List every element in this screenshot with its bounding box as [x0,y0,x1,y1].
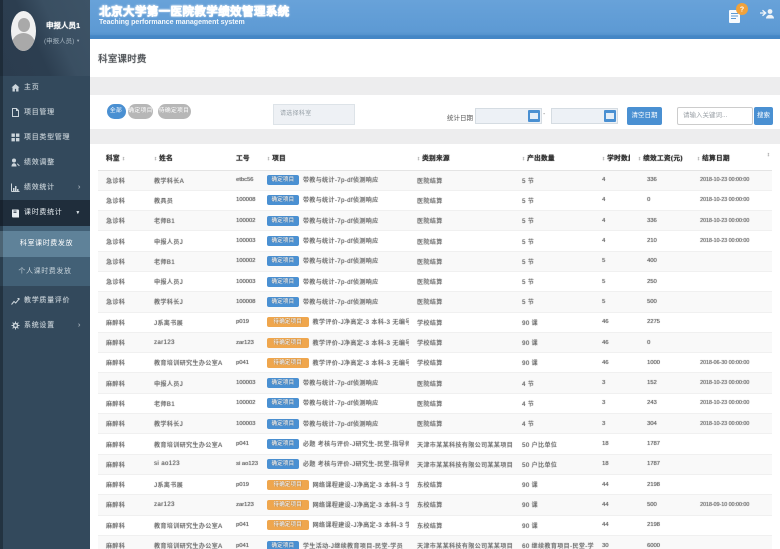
svg-text:?: ? [740,7,744,14]
